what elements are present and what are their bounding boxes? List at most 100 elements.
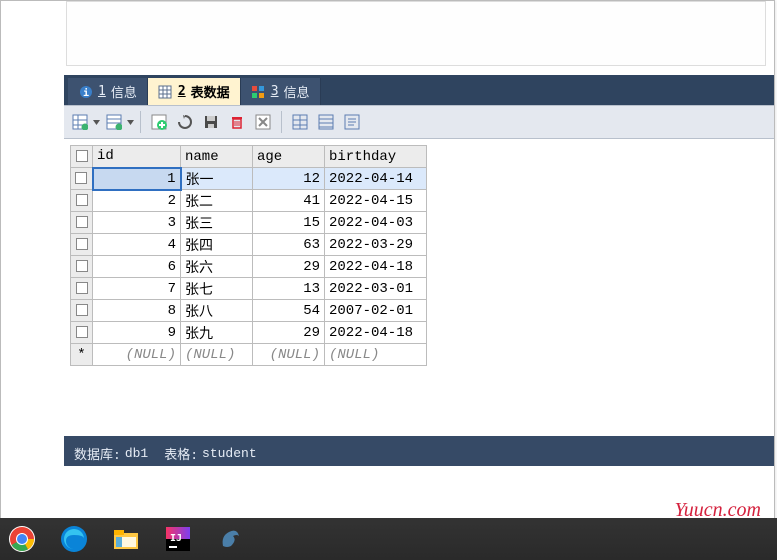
cell-name[interactable]: 张一 xyxy=(181,168,253,190)
col-header-name[interactable]: name xyxy=(181,146,253,168)
col-header-age[interactable]: age xyxy=(253,146,325,168)
cell-name[interactable]: 张三 xyxy=(181,212,253,234)
toolbar-separator xyxy=(140,111,141,133)
row-checkbox-cell[interactable] xyxy=(71,278,93,300)
view-grid-button[interactable] xyxy=(68,110,92,134)
col-header-birthday[interactable]: birthday xyxy=(325,146,427,168)
cell-null[interactable]: (NULL) xyxy=(253,344,325,366)
cell-id[interactable]: 6 xyxy=(93,256,181,278)
main-panel: i 1 信息 2 表数据 3 信息 xyxy=(64,75,774,466)
grid-mode-button[interactable] xyxy=(288,110,312,134)
col-header-id[interactable]: id xyxy=(93,146,181,168)
cell-id[interactable]: 3 xyxy=(93,212,181,234)
cell-age[interactable]: 12 xyxy=(253,168,325,190)
tab-info-1[interactable]: i 1 信息 xyxy=(68,78,148,105)
table-icon xyxy=(158,84,173,99)
row-checkbox-cell[interactable] xyxy=(71,322,93,344)
delete-button[interactable] xyxy=(225,110,249,134)
table-row[interactable]: 9张九292022-04-18 xyxy=(71,322,427,344)
tab-info-3[interactable]: 3 信息 xyxy=(241,78,321,105)
cell-age[interactable]: 29 xyxy=(253,322,325,344)
status-db-label: 数据库: xyxy=(74,444,121,463)
cell-age[interactable]: 29 xyxy=(253,256,325,278)
row-checkbox-cell[interactable] xyxy=(71,300,93,322)
cell-name[interactable]: 张四 xyxy=(181,234,253,256)
table-row[interactable]: 4张四632022-03-29 xyxy=(71,234,427,256)
cell-null[interactable]: (NULL) xyxy=(181,344,253,366)
table-row[interactable]: 8张八542007-02-01 xyxy=(71,300,427,322)
cell-id[interactable]: 8 xyxy=(93,300,181,322)
table-row[interactable]: 2张二412022-04-15 xyxy=(71,190,427,212)
cell-id[interactable]: 9 xyxy=(93,322,181,344)
view-dropdown-arrow-icon[interactable] xyxy=(92,111,100,133)
checkbox-icon xyxy=(76,216,88,228)
checkbox-icon xyxy=(76,282,88,294)
table-row[interactable]: 1张一122022-04-14 xyxy=(71,168,427,190)
toolbar-separator xyxy=(281,111,282,133)
cell-age[interactable]: 41 xyxy=(253,190,325,212)
edge-icon[interactable] xyxy=(58,523,90,555)
cancel-button[interactable] xyxy=(251,110,275,134)
dolphin-icon[interactable] xyxy=(214,523,246,555)
form-mode-button[interactable] xyxy=(314,110,338,134)
cell-birthday[interactable]: 2022-04-18 xyxy=(325,322,427,344)
cell-birthday[interactable]: 2022-04-03 xyxy=(325,212,427,234)
intellij-icon[interactable]: IJ xyxy=(162,523,194,555)
text-mode-button[interactable] xyxy=(340,110,364,134)
cell-name[interactable]: 张二 xyxy=(181,190,253,212)
new-row-marker: * xyxy=(71,344,93,366)
add-row-button[interactable] xyxy=(147,110,171,134)
cell-id[interactable]: 2 xyxy=(93,190,181,212)
header-checkbox-cell[interactable] xyxy=(71,146,93,168)
cell-null[interactable]: (NULL) xyxy=(93,344,181,366)
form-dropdown-arrow-icon[interactable] xyxy=(126,111,134,133)
tab-num: 1 xyxy=(98,84,106,99)
left-sidebar xyxy=(1,75,64,467)
checkbox-icon xyxy=(76,304,88,316)
chrome-icon[interactable] xyxy=(6,523,38,555)
cell-birthday[interactable]: 2022-04-15 xyxy=(325,190,427,212)
table-row[interactable]: 7张七132022-03-01 xyxy=(71,278,427,300)
new-row[interactable]: *(NULL)(NULL)(NULL)(NULL) xyxy=(71,344,427,366)
cell-name[interactable]: 张七 xyxy=(181,278,253,300)
tab-num: 2 xyxy=(178,84,186,99)
cell-name[interactable]: 张九 xyxy=(181,322,253,344)
cell-age[interactable]: 13 xyxy=(253,278,325,300)
cell-age[interactable]: 54 xyxy=(253,300,325,322)
checkbox-icon xyxy=(76,326,88,338)
tab-label: 表数据 xyxy=(191,82,230,101)
cell-birthday[interactable]: 2022-03-01 xyxy=(325,278,427,300)
tab-label: 信息 xyxy=(111,82,137,101)
view-form-button[interactable] xyxy=(102,110,126,134)
checkbox-icon xyxy=(76,150,88,162)
cell-name[interactable]: 张八 xyxy=(181,300,253,322)
tabs-bar: i 1 信息 2 表数据 3 信息 xyxy=(64,75,774,105)
cell-age[interactable]: 15 xyxy=(253,212,325,234)
row-checkbox-cell[interactable] xyxy=(71,190,93,212)
cell-id[interactable]: 7 xyxy=(93,278,181,300)
row-checkbox-cell[interactable] xyxy=(71,168,93,190)
tab-table-data[interactable]: 2 表数据 xyxy=(148,78,241,105)
taskbar: IJ xyxy=(0,518,777,560)
cell-birthday[interactable]: 2022-03-29 xyxy=(325,234,427,256)
cell-birthday[interactable]: 2022-04-18 xyxy=(325,256,427,278)
refresh-button[interactable] xyxy=(173,110,197,134)
save-button[interactable] xyxy=(199,110,223,134)
row-checkbox-cell[interactable] xyxy=(71,256,93,278)
top-ribbon xyxy=(1,1,774,76)
row-checkbox-cell[interactable] xyxy=(71,234,93,256)
cell-name[interactable]: 张六 xyxy=(181,256,253,278)
cell-null[interactable]: (NULL) xyxy=(325,344,427,366)
cell-age[interactable]: 63 xyxy=(253,234,325,256)
explorer-icon[interactable] xyxy=(110,523,142,555)
table-row[interactable]: 3张三152022-04-03 xyxy=(71,212,427,234)
ribbon-panel xyxy=(66,1,766,66)
header-row: id name age birthday xyxy=(71,146,427,168)
grid-area: id name age birthday 1张一122022-04-142张二4… xyxy=(64,139,774,436)
cell-birthday[interactable]: 2022-04-14 xyxy=(325,168,427,190)
row-checkbox-cell[interactable] xyxy=(71,212,93,234)
cell-id[interactable]: 1 xyxy=(93,168,181,190)
cell-birthday[interactable]: 2007-02-01 xyxy=(325,300,427,322)
table-row[interactable]: 6张六292022-04-18 xyxy=(71,256,427,278)
cell-id[interactable]: 4 xyxy=(93,234,181,256)
